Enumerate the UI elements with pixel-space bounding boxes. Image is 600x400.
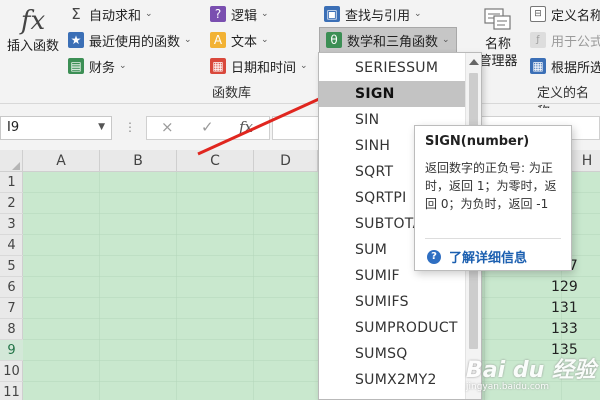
text-button[interactable]: A 文本 ⌄ xyxy=(210,29,269,51)
row-header[interactable]: 7 xyxy=(0,298,23,319)
chevron-down-icon: ⌄ xyxy=(300,61,308,71)
name-box-value: I9 xyxy=(7,120,20,135)
logical-button[interactable]: ? 逻辑 ⌄ xyxy=(210,3,269,25)
fx-icon: fx xyxy=(20,6,46,36)
chevron-down-icon: ⌄ xyxy=(261,35,269,45)
tooltip-divider xyxy=(425,238,561,239)
insert-fx-icon[interactable]: fx xyxy=(239,118,253,136)
star-icon: ★ xyxy=(68,32,84,48)
learn-more-label: 了解详细信息 xyxy=(449,251,528,266)
grid-icon: ▦ xyxy=(530,58,546,74)
tooltip-title: SIGN(number) xyxy=(425,134,530,149)
lookup-label: 查找与引用 xyxy=(345,8,411,24)
cell-value[interactable]: 133 xyxy=(551,321,600,337)
cell-value[interactable]: 131 xyxy=(551,300,600,316)
column-header-a[interactable]: A xyxy=(23,150,100,172)
row-header[interactable]: 4 xyxy=(0,235,23,256)
select-all-corner[interactable] xyxy=(0,150,23,172)
chevron-down-icon: ⌄ xyxy=(119,61,127,71)
row-header[interactable]: 8 xyxy=(0,319,23,340)
row-header[interactable]: 1 xyxy=(0,172,23,193)
function-tooltip: SIGN(number) 返回数字的正负号: 为正时，返回 1；为零时，返回 0… xyxy=(414,125,572,271)
row-headers: 1 2 3 4 5 6 7 8 9 10 11 xyxy=(0,172,23,400)
create-from-selection-button[interactable]: ▦ 根据所选 xyxy=(530,55,600,77)
insert-function-label: 插入函数 xyxy=(6,39,59,54)
formula-tools: × ✓ fx xyxy=(146,116,270,140)
math-trig-label: 数学和三角函数 xyxy=(347,34,439,50)
chevron-down-icon: ⌄ xyxy=(261,9,269,19)
menu-item-sumproduct[interactable]: SUMPRODUCT xyxy=(319,315,465,341)
name-box[interactable]: I9 ▼ xyxy=(0,116,112,140)
book-icon: ▤ xyxy=(68,58,84,74)
logical-label: 逻辑 xyxy=(231,8,258,24)
column-header-c[interactable]: C xyxy=(177,150,254,172)
insert-function-button[interactable]: fx 插入函数 xyxy=(4,4,62,74)
financial-button[interactable]: ▤ 财务 ⌄ xyxy=(68,55,127,77)
chevron-down-icon: ⌄ xyxy=(145,9,153,19)
row-header[interactable]: 11 xyxy=(0,382,23,400)
define-name-label: 定义名称 xyxy=(551,8,600,24)
baidu-watermark: Bai du 经验 jingyan.baidu.com xyxy=(466,352,598,396)
chevron-down-icon: ⌄ xyxy=(184,35,192,45)
datetime-button[interactable]: ▦ 日期和时间 ⌄ xyxy=(210,55,308,77)
menu-item-sumx2my2[interactable]: SUMX2MY2 xyxy=(319,367,465,393)
formula-icon: ƒ xyxy=(530,32,546,48)
financial-label: 财务 xyxy=(89,60,116,76)
learn-more-link[interactable]: ? 了解详细信息 xyxy=(427,247,527,266)
column-header-h[interactable]: H xyxy=(574,150,600,172)
text-a-icon: A xyxy=(210,32,226,48)
row-header[interactable]: 5 xyxy=(0,256,23,277)
autosum-button[interactable]: Σ 自动求和 ⌄ xyxy=(68,3,153,25)
autosum-label: 自动求和 xyxy=(89,8,142,24)
row-header[interactable]: 6 xyxy=(0,277,23,298)
row-header[interactable]: 3 xyxy=(0,214,23,235)
create-from-selection-label: 根据所选 xyxy=(551,60,600,76)
row-header[interactable]: 2 xyxy=(0,193,23,214)
calendar-icon: ▦ xyxy=(210,58,226,74)
recent-functions-label: 最近使用的函数 xyxy=(89,34,181,50)
sigma-icon: Σ xyxy=(71,5,81,23)
scroll-up-icon[interactable] xyxy=(469,59,479,65)
drag-handle-icon[interactable]: ⋮ xyxy=(124,120,136,134)
tag-icon: ⊟ xyxy=(530,6,546,22)
math-trig-button[interactable]: θ 数学和三角函数 ⌄ xyxy=(319,27,457,53)
chevron-down-icon: ⌄ xyxy=(442,35,450,45)
menu-item-sumifs[interactable]: SUMIFS xyxy=(319,289,465,315)
column-header-d[interactable]: D xyxy=(254,150,318,172)
define-name-button[interactable]: ⊟ 定义名称 xyxy=(530,3,600,25)
lookup-icon: ▣ xyxy=(324,6,340,22)
menu-item-sign[interactable]: SIGN xyxy=(319,81,465,107)
math-icon: θ xyxy=(326,32,342,48)
use-in-formula-button[interactable]: ƒ 用于公式 xyxy=(530,29,600,51)
question-book-icon: ? xyxy=(210,6,226,22)
recent-functions-button[interactable]: ★ 最近使用的函数 ⌄ xyxy=(68,29,192,51)
use-in-formula-label: 用于公式 xyxy=(551,34,600,50)
menu-item-sumsq[interactable]: SUMSQ xyxy=(319,341,465,367)
lookup-reference-button[interactable]: ▣ 查找与引用 ⌄ xyxy=(324,3,422,25)
cancel-icon[interactable]: × xyxy=(161,118,174,136)
chevron-down-icon: ▼ xyxy=(98,122,105,132)
help-icon: ? xyxy=(427,249,441,264)
function-library-group-label: 函数库 xyxy=(212,86,252,101)
cell-value[interactable]: 129 xyxy=(551,279,600,295)
text-label: 文本 xyxy=(231,34,258,50)
chevron-down-icon: ⌄ xyxy=(414,9,422,19)
menu-item-seriessum[interactable]: SERIESSUM xyxy=(319,55,465,81)
name-manager-label-1: 名称 xyxy=(484,37,511,52)
watermark-main-text: Bai du 经验 xyxy=(466,358,596,383)
row-header-active[interactable]: 9 xyxy=(0,340,23,361)
enter-icon[interactable]: ✓ xyxy=(201,118,214,136)
column-header-b[interactable]: B xyxy=(100,150,177,172)
datetime-label: 日期和时间 xyxy=(231,60,297,76)
name-manager-icon xyxy=(484,8,511,30)
ribbon: fx 插入函数 Σ 自动求和 ⌄ ★ 最近使用的函数 ⌄ ▤ 财务 ⌄ ? 逻辑… xyxy=(0,0,600,120)
tooltip-description: 返回数字的正负号: 为正时，返回 1；为零时，返回 0；为负时，返回 -1 xyxy=(425,161,557,211)
row-header[interactable]: 10 xyxy=(0,361,23,382)
